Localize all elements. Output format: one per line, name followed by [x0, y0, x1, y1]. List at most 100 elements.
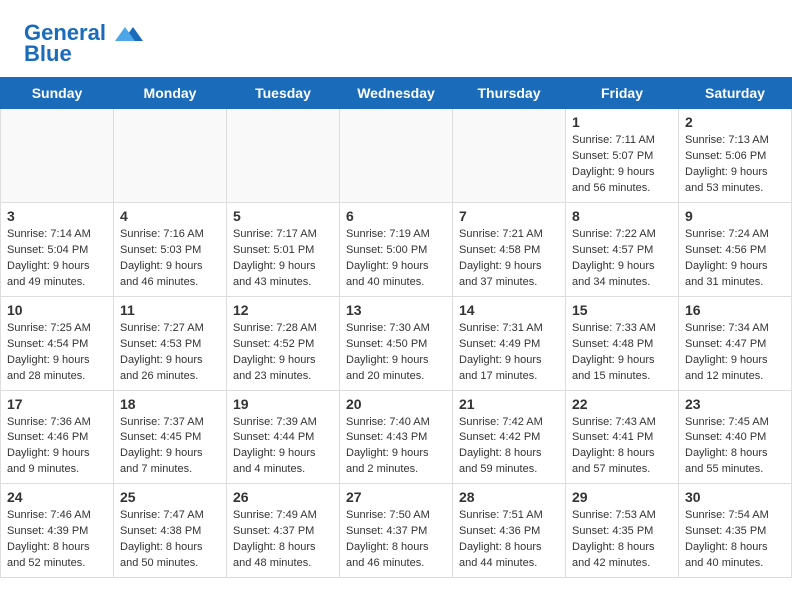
day-number: 20 — [346, 396, 446, 412]
day-info: Sunrise: 7:50 AM Sunset: 4:37 PM Dayligh… — [346, 508, 446, 572]
day-number: 24 — [7, 489, 107, 505]
day-info: Sunrise: 7:40 AM Sunset: 4:43 PM Dayligh… — [346, 415, 446, 479]
day-info: Sunrise: 7:13 AM Sunset: 5:06 PM Dayligh… — [685, 133, 785, 197]
day-info: Sunrise: 7:27 AM Sunset: 4:53 PM Dayligh… — [120, 321, 220, 385]
calendar-cell: 23 Sunrise: 7:45 AM Sunset: 4:40 PM Dayli… — [679, 390, 792, 484]
day-number: 10 — [7, 302, 107, 318]
calendar-cell: 12 Sunrise: 7:28 AM Sunset: 4:52 PM Dayli… — [227, 296, 340, 390]
week-row-3: 10Sunrise: 7:25 AM Sunset: 4:54 PM Dayli… — [1, 296, 792, 390]
day-info: Sunrise: 7:47 AM Sunset: 4:38 PM Dayligh… — [120, 508, 220, 572]
calendar-cell: 11 Sunrise: 7:27 AM Sunset: 4:53 PM Dayli… — [114, 296, 227, 390]
day-info: Sunrise: 7:45 AM Sunset: 4:40 PM Dayligh… — [685, 415, 785, 479]
calendar-cell — [1, 109, 114, 203]
day-number: 26 — [233, 489, 333, 505]
calendar-cell: 16 Sunrise: 7:34 AM Sunset: 4:47 PM Dayli… — [679, 296, 792, 390]
calendar-cell: 8 Sunrise: 7:22 AM Sunset: 4:57 PM Daylig… — [566, 203, 679, 297]
day-header-monday: Monday — [114, 78, 227, 109]
day-info: Sunrise: 7:28 AM Sunset: 4:52 PM Dayligh… — [233, 321, 333, 385]
day-number: 13 — [346, 302, 446, 318]
day-info: Sunrise: 7:39 AM Sunset: 4:44 PM Dayligh… — [233, 415, 333, 479]
day-info: Sunrise: 7:53 AM Sunset: 4:35 PM Dayligh… — [572, 508, 672, 572]
day-info: Sunrise: 7:14 AM Sunset: 5:04 PM Dayligh… — [7, 227, 107, 291]
calendar-cell: 30 Sunrise: 7:54 AM Sunset: 4:35 PM Dayli… — [679, 484, 792, 578]
day-number: 12 — [233, 302, 333, 318]
day-info: Sunrise: 7:37 AM Sunset: 4:45 PM Dayligh… — [120, 415, 220, 479]
calendar-cell — [340, 109, 453, 203]
day-number: 11 — [120, 302, 220, 318]
calendar-cell: 26 Sunrise: 7:49 AM Sunset: 4:37 PM Dayli… — [227, 484, 340, 578]
week-row-2: 3 Sunrise: 7:14 AM Sunset: 5:04 PM Daylig… — [1, 203, 792, 297]
day-info: Sunrise: 7:16 AM Sunset: 5:03 PM Dayligh… — [120, 227, 220, 291]
day-header-saturday: Saturday — [679, 78, 792, 109]
calendar-cell — [453, 109, 566, 203]
day-info: Sunrise: 7:19 AM Sunset: 5:00 PM Dayligh… — [346, 227, 446, 291]
calendar-cell: 27 Sunrise: 7:50 AM Sunset: 4:37 PM Dayli… — [340, 484, 453, 578]
day-number: 1 — [572, 114, 672, 130]
logo: General Blue — [24, 20, 145, 67]
calendar-cell: 9Sunrise: 7:24 AM Sunset: 4:56 PM Daylig… — [679, 203, 792, 297]
day-number: 25 — [120, 489, 220, 505]
day-number: 14 — [459, 302, 559, 318]
day-number: 19 — [233, 396, 333, 412]
day-number: 21 — [459, 396, 559, 412]
day-info: Sunrise: 7:42 AM Sunset: 4:42 PM Dayligh… — [459, 415, 559, 479]
day-info: Sunrise: 7:31 AM Sunset: 4:49 PM Dayligh… — [459, 321, 559, 385]
day-number: 16 — [685, 302, 785, 318]
calendar-cell: 21 Sunrise: 7:42 AM Sunset: 4:42 PM Dayli… — [453, 390, 566, 484]
day-number: 29 — [572, 489, 672, 505]
day-number: 30 — [685, 489, 785, 505]
day-header-tuesday: Tuesday — [227, 78, 340, 109]
day-info: Sunrise: 7:22 AM Sunset: 4:57 PM Dayligh… — [572, 227, 672, 291]
calendar-cell: 6 Sunrise: 7:19 AM Sunset: 5:00 PM Daylig… — [340, 203, 453, 297]
day-number: 6 — [346, 208, 446, 224]
calendar-cell: 25 Sunrise: 7:47 AM Sunset: 4:38 PM Dayli… — [114, 484, 227, 578]
day-info: Sunrise: 7:11 AM Sunset: 5:07 PM Dayligh… — [572, 133, 672, 197]
calendar-cell: 14 Sunrise: 7:31 AM Sunset: 4:49 PM Dayli… — [453, 296, 566, 390]
day-number: 8 — [572, 208, 672, 224]
week-row-1: 1 Sunrise: 7:11 AM Sunset: 5:07 PM Daylig… — [1, 109, 792, 203]
calendar-cell: 19 Sunrise: 7:39 AM Sunset: 4:44 PM Dayli… — [227, 390, 340, 484]
calendar-cell: 3 Sunrise: 7:14 AM Sunset: 5:04 PM Daylig… — [1, 203, 114, 297]
day-number: 15 — [572, 302, 672, 318]
day-info: Sunrise: 7:54 AM Sunset: 4:35 PM Dayligh… — [685, 508, 785, 572]
day-info: Sunrise: 7:36 AM Sunset: 4:46 PM Dayligh… — [7, 415, 107, 479]
day-header-wednesday: Wednesday — [340, 78, 453, 109]
day-number: 9 — [685, 208, 785, 224]
calendar-cell — [114, 109, 227, 203]
day-info: Sunrise: 7:17 AM Sunset: 5:01 PM Dayligh… — [233, 227, 333, 291]
calendar-cell: 5 Sunrise: 7:17 AM Sunset: 5:01 PM Daylig… — [227, 203, 340, 297]
day-number: 18 — [120, 396, 220, 412]
day-header-thursday: Thursday — [453, 78, 566, 109]
day-number: 17 — [7, 396, 107, 412]
logo-icon — [115, 23, 145, 45]
day-info: Sunrise: 7:51 AM Sunset: 4:36 PM Dayligh… — [459, 508, 559, 572]
page-header: General Blue — [0, 0, 792, 77]
calendar-cell: 24 Sunrise: 7:46 AM Sunset: 4:39 PM Dayli… — [1, 484, 114, 578]
day-number: 27 — [346, 489, 446, 505]
calendar-cell: 17 Sunrise: 7:36 AM Sunset: 4:46 PM Dayli… — [1, 390, 114, 484]
calendar-table: SundayMondayTuesdayWednesdayThursdayFrid… — [0, 77, 792, 578]
day-number: 5 — [233, 208, 333, 224]
day-number: 7 — [459, 208, 559, 224]
calendar-cell — [227, 109, 340, 203]
day-number: 3 — [7, 208, 107, 224]
day-info: Sunrise: 7:49 AM Sunset: 4:37 PM Dayligh… — [233, 508, 333, 572]
day-number: 23 — [685, 396, 785, 412]
calendar-cell: 13Sunrise: 7:30 AM Sunset: 4:50 PM Dayli… — [340, 296, 453, 390]
day-info: Sunrise: 7:34 AM Sunset: 4:47 PM Dayligh… — [685, 321, 785, 385]
day-header-friday: Friday — [566, 78, 679, 109]
day-info: Sunrise: 7:46 AM Sunset: 4:39 PM Dayligh… — [7, 508, 107, 572]
calendar-cell: 29 Sunrise: 7:53 AM Sunset: 4:35 PM Dayli… — [566, 484, 679, 578]
day-header-sunday: Sunday — [1, 78, 114, 109]
calendar-cell: 22Sunrise: 7:43 AM Sunset: 4:41 PM Dayli… — [566, 390, 679, 484]
calendar-cell: 20 Sunrise: 7:40 AM Sunset: 4:43 PM Dayli… — [340, 390, 453, 484]
calendar-cell: 2 Sunrise: 7:13 AM Sunset: 5:06 PM Daylig… — [679, 109, 792, 203]
calendar-cell: 28 Sunrise: 7:51 AM Sunset: 4:36 PM Dayli… — [453, 484, 566, 578]
calendar-cell: 1 Sunrise: 7:11 AM Sunset: 5:07 PM Daylig… — [566, 109, 679, 203]
calendar-cell: 4 Sunrise: 7:16 AM Sunset: 5:03 PM Daylig… — [114, 203, 227, 297]
day-number: 2 — [685, 114, 785, 130]
calendar-header-row: SundayMondayTuesdayWednesdayThursdayFrid… — [1, 78, 792, 109]
day-number: 4 — [120, 208, 220, 224]
calendar-cell: 10Sunrise: 7:25 AM Sunset: 4:54 PM Dayli… — [1, 296, 114, 390]
day-number: 28 — [459, 489, 559, 505]
